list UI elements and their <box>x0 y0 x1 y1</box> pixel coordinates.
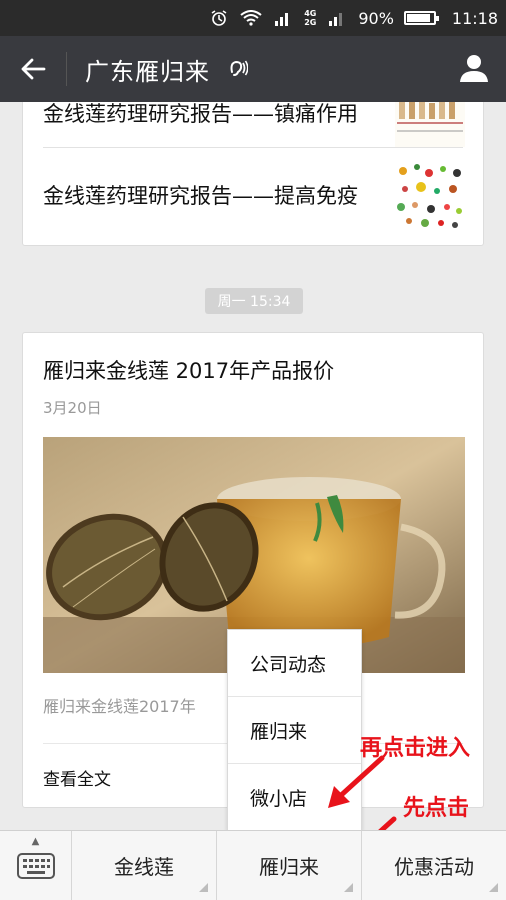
illustration-thumbnail <box>395 161 465 229</box>
submenu-item-company-news[interactable]: 公司动态 <box>228 630 361 697</box>
menu-button-promotions[interactable]: 优惠活动 <box>362 831 506 900</box>
menu-button-yanguilai[interactable]: 雁归来 <box>217 831 362 900</box>
back-arrow-icon <box>21 58 46 80</box>
article-date: 3月20日 <box>43 399 102 417</box>
profile-button[interactable] <box>458 52 490 88</box>
person-icon <box>460 55 488 82</box>
chat-header: 广东雁归来 <box>0 36 506 102</box>
keyboard-icon <box>16 853 55 879</box>
article-item-title: 金线莲药理研究报告——镇痛作用 <box>43 102 358 126</box>
read-more-link[interactable]: 查看全文 <box>43 765 111 790</box>
battery-icon <box>403 11 439 25</box>
list-divider <box>43 147 463 148</box>
submenu-indicator-icon <box>344 883 353 892</box>
article-item-title: 金线莲药理研究报告——提高免疫 <box>43 184 358 208</box>
submenu-indicator-icon <box>489 883 498 892</box>
menu-button-jinxianlian[interactable]: 金线莲 <box>72 831 217 900</box>
article-digest: 雁归来金线莲2017年 <box>43 697 196 716</box>
menu-label: 金线莲 <box>114 855 174 879</box>
submenu-indicator-icon <box>199 883 208 892</box>
network-type: 4G 2G <box>304 9 316 27</box>
chart-thumbnail <box>395 102 465 147</box>
keyboard-toggle-button[interactable]: ▲ <box>0 831 72 900</box>
chevron-up-icon: ▲ <box>31 836 40 847</box>
clock: 11:18 <box>451 8 498 28</box>
wifi-icon <box>240 9 262 27</box>
signal-icon-2 <box>326 9 348 27</box>
annotation-first-click: 先点击 <box>403 796 470 821</box>
message-timestamp: 周一 15:34 <box>205 288 303 314</box>
ear-icon <box>230 60 248 76</box>
network-2g-label: 2G <box>304 18 317 27</box>
alarm-icon <box>208 9 230 27</box>
status-bar: 4G 2G 90% 11:18 <box>0 0 506 36</box>
annotation-arrow-1 <box>328 755 385 808</box>
chat-title: 广东雁归来 <box>85 57 210 86</box>
header-divider <box>66 52 67 86</box>
network-4g-label: 4G <box>304 9 317 18</box>
list-item[interactable]: 金线莲药理研究报告——提高免疫 <box>43 157 465 233</box>
back-button[interactable] <box>0 36 66 102</box>
menu-label: 雁归来 <box>259 855 319 879</box>
menu-label: 优惠活动 <box>394 855 474 879</box>
earlier-article-card[interactable]: 金线莲药理研究报告——镇痛作用 金线莲药理研究报告——提高免疫 <box>22 102 484 246</box>
battery-percent: 90% <box>358 8 394 28</box>
list-item[interactable]: 金线莲药理研究报告——镇痛作用 <box>43 102 465 147</box>
bottom-menu-bar: ▲ 金线莲 雁归来 优惠活动 <box>0 830 506 900</box>
signal-icon <box>272 9 294 27</box>
article-title: 雁归来金线莲 2017年产品报价 <box>43 359 335 383</box>
battery-level <box>406 14 430 22</box>
